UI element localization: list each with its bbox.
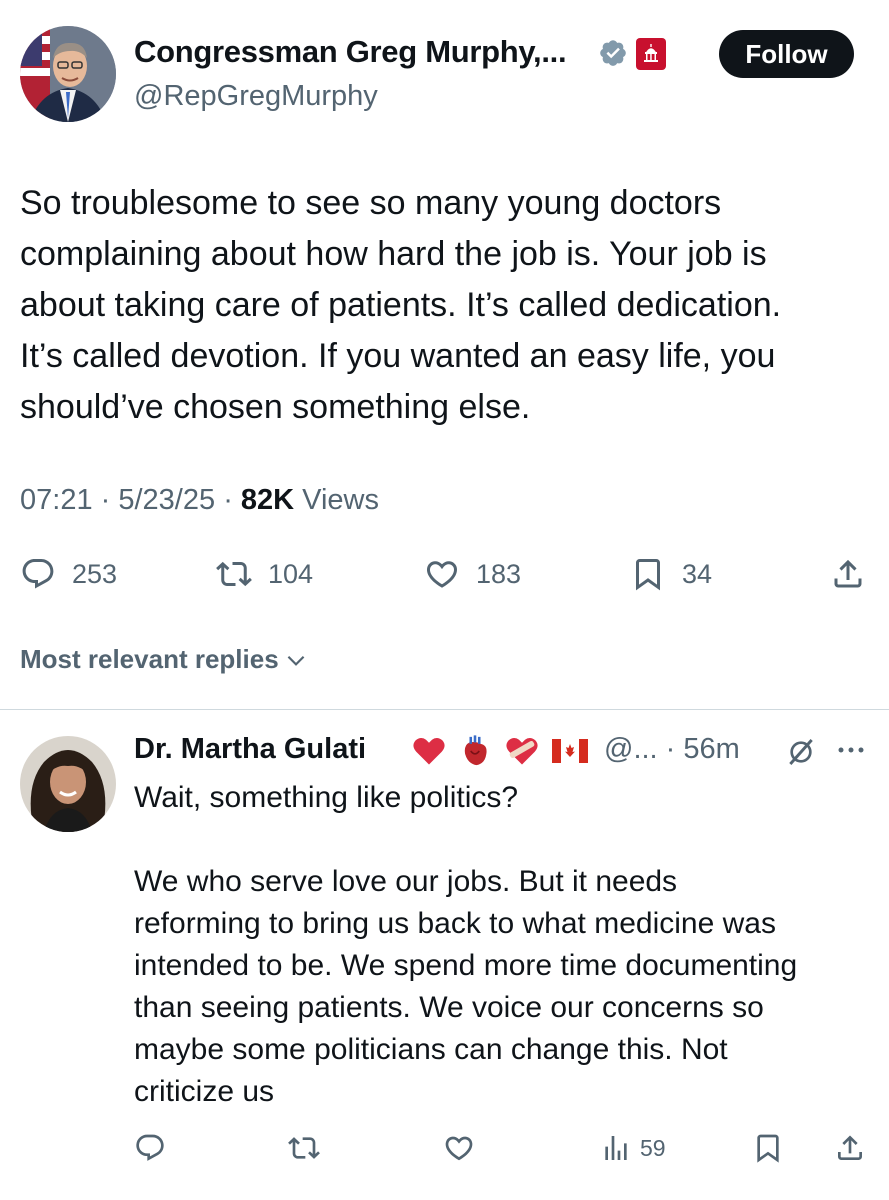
reply-like-button[interactable]: [443, 1132, 475, 1164]
reply-text-line: maybe some politicians can change this. …: [134, 1033, 728, 1066]
more-icon[interactable]: [836, 740, 866, 760]
post-text: So troublesome to see so many young doct…: [20, 178, 880, 433]
reply-text-line: We who serve love our jobs. But it needs: [134, 865, 678, 898]
reply-text-line: criticize us: [134, 1075, 275, 1108]
red-heart-icon: [413, 738, 445, 765]
views-icon: [605, 1136, 627, 1160]
divider: [0, 709, 889, 710]
reply-bookmark-button[interactable]: [752, 1132, 784, 1164]
views-label: Views: [302, 484, 380, 516]
post-meta: 07:21 · 5/23/25 · 82K Views: [20, 484, 379, 517]
author-name[interactable]: Congressman Greg Murphy,...: [134, 34, 567, 70]
bookmark-icon: [757, 1134, 779, 1163]
post-text-line: complaining about how hard the job is. Y…: [20, 235, 767, 273]
post-text-line: should’ve chosen something else.: [20, 388, 531, 426]
reply-text-line: than seeing patients. We voice our conce…: [134, 991, 764, 1024]
reply-author-avatar[interactable]: [20, 736, 116, 832]
like-icon: [445, 1136, 473, 1161]
separator-dot: ·: [223, 484, 241, 516]
views-count: 82K: [240, 484, 295, 516]
reply-count: 253: [72, 558, 118, 589]
reply-reply-button[interactable]: [134, 1132, 166, 1164]
share-icon: [838, 1135, 862, 1160]
reply-author-name[interactable]: Dr. Martha Gulati: [134, 733, 366, 766]
share-button[interactable]: [830, 556, 866, 592]
reply-icon: [136, 1134, 164, 1161]
post-date[interactable]: 5/23/25: [118, 484, 215, 516]
reply-text-line: Wait, something like politics?: [134, 781, 519, 814]
repost-icon: [216, 561, 252, 587]
government-affiliation-icon[interactable]: [636, 38, 666, 70]
bookmark-count: 34: [682, 558, 713, 589]
reply-share-button[interactable]: [834, 1132, 866, 1164]
reply-views-button[interactable]: 59: [600, 1132, 666, 1164]
share-icon: [834, 559, 862, 588]
repost-count: 104: [268, 558, 314, 589]
canada-flag-icon: [552, 739, 588, 763]
post-text-line: So troublesome to see so many young doct…: [20, 184, 722, 222]
author-handle[interactable]: @RepGregMurphy: [134, 80, 378, 113]
mending-heart-icon: [506, 738, 538, 765]
grok-icon[interactable]: [785, 736, 817, 768]
chevron-down-icon: [287, 655, 305, 666]
replies-sort-label: Most relevant replies: [20, 644, 279, 674]
repost-button[interactable]: 104: [216, 556, 313, 592]
bookmark-icon: [636, 559, 660, 591]
follow-button[interactable]: Follow: [719, 30, 854, 78]
anatomical-heart-icon: [464, 735, 487, 766]
author-avatar[interactable]: [20, 26, 116, 122]
reply-text: Wait, something like politics? We who se…: [134, 777, 874, 1113]
repost-icon: [288, 1137, 320, 1159]
reply-repost-button[interactable]: [288, 1132, 320, 1164]
verified-badge-icon[interactable]: [598, 38, 628, 68]
reply-views-count: 59: [640, 1134, 666, 1161]
post-time[interactable]: 07:21: [20, 484, 93, 516]
reply-handle-time[interactable]: @... · 56m: [604, 733, 740, 766]
like-button[interactable]: 183: [424, 556, 521, 592]
like-count: 183: [476, 558, 522, 589]
replies-sort-dropdown[interactable]: Most relevant replies: [20, 644, 309, 675]
reply-text-line: reforming to bring us back to what medic…: [134, 907, 776, 940]
reply-text-line: intended to be. We spend more time docum…: [134, 949, 798, 982]
separator-dot: ·: [100, 484, 119, 516]
reply-icon: [22, 559, 54, 589]
bookmark-button[interactable]: 34: [630, 556, 712, 592]
post-text-line: It’s called devotion. If you wanted an e…: [20, 337, 776, 375]
like-icon: [426, 561, 458, 588]
reply-button[interactable]: 253: [20, 556, 117, 592]
reply-text-gap: [134, 819, 874, 861]
post-text-line: about taking care of patients. It’s call…: [20, 286, 782, 324]
